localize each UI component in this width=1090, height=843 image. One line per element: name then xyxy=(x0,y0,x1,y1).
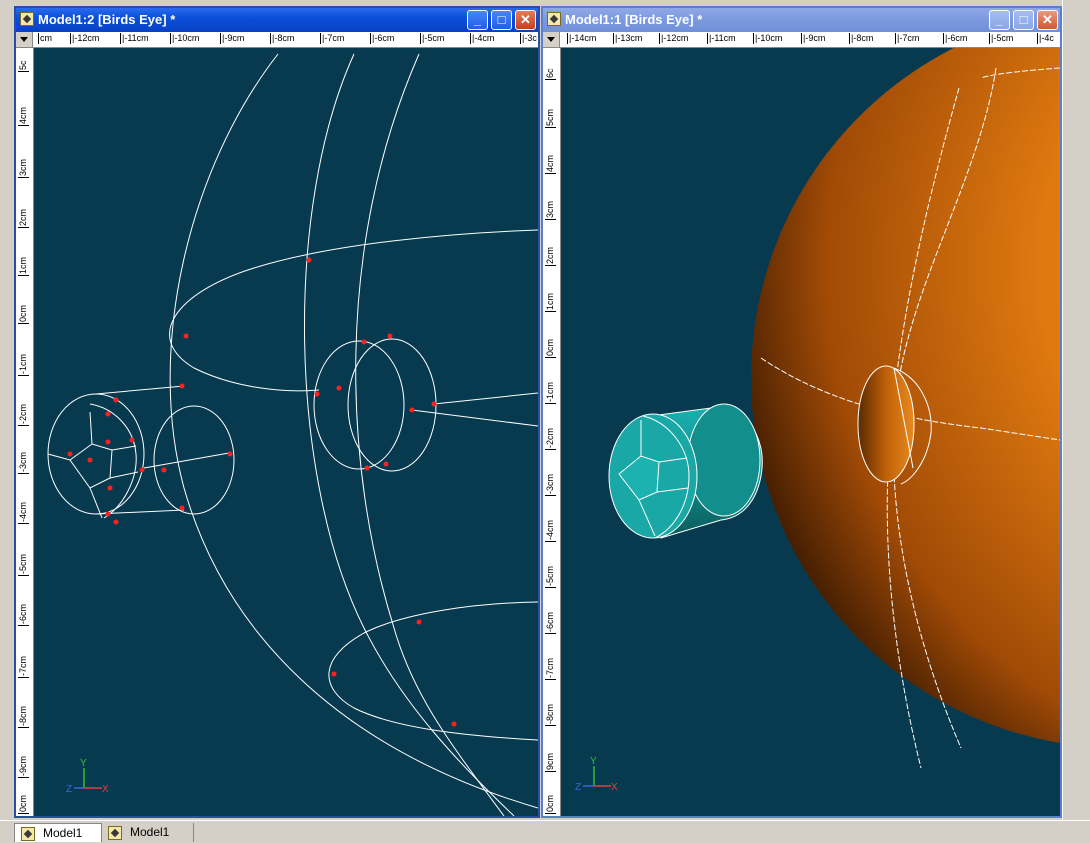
ruler-label: |-11cm xyxy=(707,33,736,44)
ruler-label: -5cm xyxy=(545,566,556,588)
ruler-label: |-9cm xyxy=(801,33,826,44)
maximize-button[interactable]: □ xyxy=(491,10,512,30)
ruler-label: 2cm xyxy=(545,246,556,266)
shaded-viewport[interactable]: Y X Z xyxy=(561,48,1060,816)
maximize-button[interactable]: □ xyxy=(1013,10,1034,30)
side-panel-edge xyxy=(1062,0,1090,820)
ruler-label: 1cm xyxy=(18,256,29,276)
close-button[interactable]: ✕ xyxy=(515,10,536,30)
ruler-label: |-12cm xyxy=(70,33,100,44)
ruler-label: 0cm xyxy=(18,794,29,814)
ruler-label: -4cm xyxy=(545,520,556,542)
task-tab-model1-a[interactable]: Model1 xyxy=(14,823,102,842)
ruler-label: |-14cm xyxy=(567,33,597,44)
axis-x-label: X xyxy=(102,784,109,795)
model-icon xyxy=(108,826,122,840)
window-taskbar: Model1 Model1 xyxy=(0,820,1090,842)
ruler-label: 6c xyxy=(545,68,556,80)
cylinder-solid[interactable] xyxy=(608,403,763,539)
hole-feature[interactable] xyxy=(857,365,915,483)
close-button[interactable]: ✕ xyxy=(1037,10,1058,30)
vertical-ruler: 5c 4cm 3cm 2cm 1cm 0cm -1cm -2cm -3cm -4… xyxy=(16,48,34,816)
ruler-label: |-7cm xyxy=(895,33,920,44)
ruler-label: |-3c xyxy=(520,33,537,44)
ruler-label: 5c xyxy=(18,60,29,72)
ruler-label: |-8cm xyxy=(849,33,874,44)
app-icon[interactable] xyxy=(547,12,561,26)
ruler-label: -4cm xyxy=(18,502,29,524)
ruler-label: -7cm xyxy=(545,658,556,680)
ruler-label: -1cm xyxy=(545,382,556,404)
window-title: Model1:1 [Birds Eye] * xyxy=(565,12,703,27)
ruler-label: -6cm xyxy=(545,612,556,634)
ruler-label: -6cm xyxy=(18,604,29,626)
ruler-label: -2cm xyxy=(18,404,29,426)
ruler-label: 9cm xyxy=(545,752,556,772)
axis-triad-icon: Y X Z xyxy=(66,758,109,795)
title-bar[interactable]: Model1:1 [Birds Eye] * _ □ ✕ xyxy=(543,8,1060,32)
ruler-label: 5cm xyxy=(545,108,556,128)
window-model1-1[interactable]: Model1:1 [Birds Eye] * _ □ ✕ |-14cm |-13… xyxy=(541,6,1062,818)
axis-x-label: X xyxy=(611,782,618,793)
ruler-label: -3cm xyxy=(18,452,29,474)
ruler-menu-icon[interactable] xyxy=(16,32,33,47)
ruler-label: 4cm xyxy=(545,154,556,174)
ruler-label: 2cm xyxy=(18,208,29,228)
horizontal-ruler: cm |-12cm |-11cm |-10cm |-9cm |-8cm |-7c… xyxy=(16,32,538,48)
ruler-label: |-12cm xyxy=(659,33,689,44)
ruler-label: 0cm xyxy=(545,794,556,814)
ruler-ticks: cm |-12cm |-11cm |-10cm |-9cm |-8cm |-7c… xyxy=(34,32,538,47)
wireframe-viewport[interactable]: Y X Z xyxy=(34,48,538,816)
wireframe-scene[interactable]: Y X Z xyxy=(34,48,538,816)
ruler-label: -5cm xyxy=(18,554,29,576)
horizontal-ruler: |-14cm |-13cm |-12cm |-11cm |-10cm |-9cm… xyxy=(543,32,1060,48)
ruler-label: 3cm xyxy=(545,200,556,220)
ruler-label: -1cm xyxy=(18,354,29,376)
ruler-label: |-4c xyxy=(1037,33,1054,44)
ruler-label: |-7cm xyxy=(320,33,345,44)
ruler-label: |-6cm xyxy=(370,33,395,44)
model-icon xyxy=(21,827,35,841)
ruler-label: 0cm xyxy=(545,338,556,358)
app-icon[interactable] xyxy=(20,12,34,26)
axis-y-label: Y xyxy=(590,756,597,767)
ruler-label: |-9cm xyxy=(220,33,245,44)
ruler-label: 1cm xyxy=(545,292,556,312)
ruler-label: |-5cm xyxy=(989,33,1014,44)
ruler-label: |-10cm xyxy=(170,33,200,44)
shaded-scene[interactable]: Y X Z xyxy=(561,48,1060,816)
axis-z-label: Z xyxy=(575,782,581,793)
ruler-menu-icon[interactable] xyxy=(543,32,560,47)
axis-z-label: Z xyxy=(66,784,72,795)
ruler-label: -3cm xyxy=(545,474,556,496)
ruler-label: -2cm xyxy=(545,428,556,450)
ruler-label: -8cm xyxy=(18,706,29,728)
ruler-label: |-8cm xyxy=(270,33,295,44)
task-label: Model1 xyxy=(130,825,170,839)
title-bar[interactable]: Model1:2 [Birds Eye] * _ □ ✕ xyxy=(16,8,538,32)
ruler-label: cm xyxy=(38,33,52,44)
axis-triad-icon: Y X Z xyxy=(575,756,618,793)
ruler-label: |-4cm xyxy=(470,33,495,44)
task-label: Model1 xyxy=(43,826,83,840)
axis-y-label: Y xyxy=(80,758,87,769)
ruler-label: |-13cm xyxy=(613,33,643,44)
ruler-label: -9cm xyxy=(18,756,29,778)
minimize-button[interactable]: _ xyxy=(467,10,488,30)
ruler-label: 0cm xyxy=(18,304,29,324)
ruler-ticks: |-14cm |-13cm |-12cm |-11cm |-10cm |-9cm… xyxy=(561,32,1060,47)
ruler-label: 4cm xyxy=(18,106,29,126)
ruler-label: |-5cm xyxy=(420,33,445,44)
ruler-label: |-11cm xyxy=(120,33,149,44)
ruler-label: -7cm xyxy=(18,656,29,678)
ruler-label: |-10cm xyxy=(753,33,783,44)
vertical-ruler: 6c 5cm 4cm 3cm 2cm 1cm 0cm -1cm -2cm -3c… xyxy=(543,48,561,816)
window-model1-2[interactable]: Model1:2 [Birds Eye] * _ □ ✕ cm |-12cm |… xyxy=(14,6,540,818)
task-tab-model1-b[interactable]: Model1 xyxy=(102,823,194,842)
ruler-label: |-6cm xyxy=(943,33,968,44)
minimize-button[interactable]: _ xyxy=(989,10,1010,30)
ruler-label: 3cm xyxy=(18,158,29,178)
ruler-label: -8cm xyxy=(545,704,556,726)
window-title: Model1:2 [Birds Eye] * xyxy=(38,12,176,27)
